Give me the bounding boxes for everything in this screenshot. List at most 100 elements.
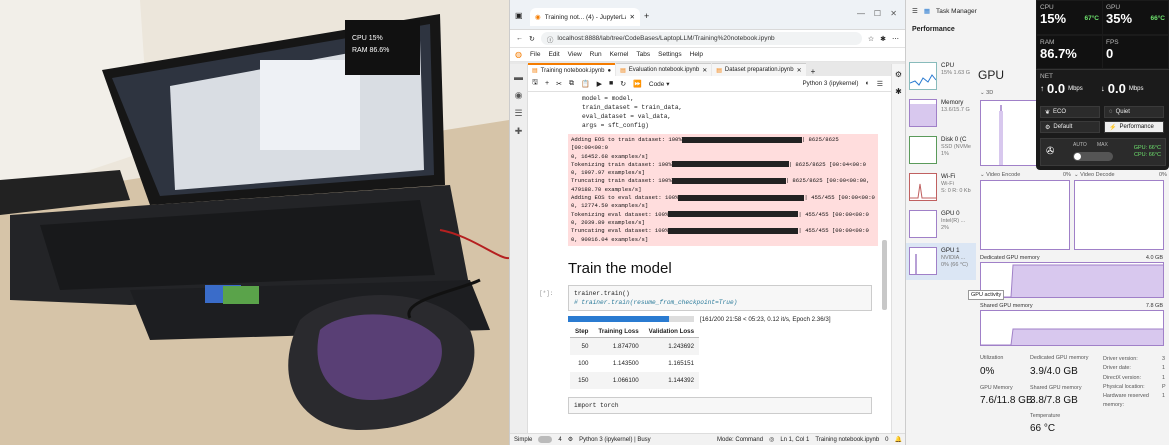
close-window-icon[interactable]: ✕ <box>890 9 897 18</box>
menu-view[interactable]: View <box>567 51 583 58</box>
gpu0-thumbnail <box>909 210 937 238</box>
unsaved-dot-icon[interactable]: ● <box>608 68 612 74</box>
reload-icon[interactable]: ↻ <box>529 35 535 43</box>
cell-type-select[interactable]: Code ▾ <box>649 80 670 88</box>
mode-label: Performance <box>1119 124 1154 130</box>
run-icon[interactable]: ▶ <box>597 80 602 88</box>
mode-quiet-button[interactable]: ◌ Quiet <box>1104 106 1164 118</box>
hamburger-menu-icon[interactable]: ☰ <box>912 7 918 15</box>
driver-key: Driver version: <box>1103 356 1138 362</box>
bookmark-star-icon[interactable]: ☆ <box>868 35 874 43</box>
tab-training-notebook[interactable]: ▤ Training notebook.ipynb ● <box>528 63 616 76</box>
tab-label: Dataset preparation.ipynb <box>724 67 794 73</box>
url-field[interactable]: ⓘ localhost:8888/lab/tree/CodeBases/Lapt… <box>540 32 862 45</box>
notification-bell-icon[interactable]: 🔔 <box>895 436 902 443</box>
stderr-text: | 455/455 [00:00<00:0 <box>798 210 869 218</box>
paste-icon[interactable]: 📋 <box>581 80 590 88</box>
video-encode-selector[interactable]: ⌄ Video Encode <box>980 172 1020 178</box>
notebook-menu-icon[interactable]: ☰ <box>877 80 883 88</box>
kernel-status-text[interactable]: Python 3 (ipykernel) | Busy <box>579 437 651 443</box>
mode-default-button[interactable]: ⚙ Default <box>1040 121 1100 133</box>
resource-item-gpu1[interactable]: GPU 1 NVIDIA ... 0% (66 °C) <box>906 243 976 280</box>
stderr-output: Adding EOS to train dataset: 100% | 8625/… <box>568 134 878 246</box>
resource-sub: Intel(R) ... <box>941 217 966 224</box>
table-cell: 1.144392 <box>643 371 700 389</box>
running-kernels-icon[interactable]: ◉ <box>514 90 524 100</box>
fan-toggle[interactable] <box>1073 152 1113 161</box>
gpu-activity-tooltip: GPU activity <box>968 290 1005 300</box>
overlay-net-label: NET <box>1040 73 1053 80</box>
new-launcher-icon[interactable]: + <box>807 67 820 76</box>
back-icon[interactable]: ← <box>516 35 523 42</box>
menu-tabs[interactable]: Tabs <box>635 51 651 58</box>
mode-performance-button[interactable]: ⚡ Performance <box>1104 121 1164 133</box>
table-of-contents-icon[interactable]: ☰ <box>514 108 524 118</box>
code-line: train_dataset = train_data, <box>582 104 683 111</box>
simple-mode-toggle[interactable] <box>538 436 553 443</box>
graph-3d-selector[interactable]: ⌄ 3D <box>980 90 993 96</box>
menu-run[interactable]: Run <box>589 51 603 58</box>
resource-item-wifi[interactable]: Wi-Fi Wi-Fi S: 0 R: 0 Kb <box>906 169 976 206</box>
resource-item-disk[interactable]: Disk 0 (C SSD (NVMe 1% <box>906 132 976 169</box>
stop-icon[interactable]: ■ <box>609 80 613 87</box>
mode-eco-button[interactable]: ❦ ECO <box>1040 106 1100 118</box>
tab-dataset-preparation[interactable]: ▤ Dataset preparation.ipynb ✕ <box>712 63 806 76</box>
resource-name: Disk 0 (C <box>941 136 967 143</box>
extensions-icon[interactable]: ✱ <box>880 35 886 43</box>
resource-item-memory[interactable]: Memory 13.6/15.7 G <box>906 95 976 132</box>
extensions-icon[interactable]: ✚ <box>514 126 524 136</box>
maximize-icon[interactable]: ☐ <box>874 9 881 18</box>
loss-table: Step Training Loss Validation Loss 50 1.… <box>570 325 700 389</box>
close-tab-icon[interactable]: ✕ <box>797 67 802 74</box>
column-header: Training Loss <box>593 325 644 338</box>
new-tab-icon[interactable]: + <box>644 11 649 21</box>
stderr-text: 479188.70 examples/s] <box>571 185 642 193</box>
video-decode-graph <box>1074 180 1164 250</box>
overlay-net-down: 0.0 <box>1107 81 1126 96</box>
browser-tab[interactable]: ◉ Training not... (4) - JupyterLab ✕ <box>530 8 640 26</box>
restart-run-all-icon[interactable]: ⏩ <box>633 80 642 88</box>
training-progress-bar <box>568 316 694 323</box>
driver-value: P <box>1162 383 1166 390</box>
cell-type-value: Code <box>648 80 665 88</box>
progress-bar-full <box>668 227 799 234</box>
property-inspector-icon[interactable]: ⚙ <box>892 70 905 79</box>
menu-settings[interactable]: Settings <box>657 51 683 58</box>
add-cell-icon[interactable]: + <box>545 80 549 87</box>
kernel-name[interactable]: Python 3 (ipykernel) <box>802 80 858 87</box>
save-icon[interactable]: 🖫 <box>532 78 538 89</box>
stderr-text: Adding EOS to eval dataset: 100% <box>571 194 679 202</box>
resource-item-gpu0[interactable]: GPU 0 Intel(R) ... 2% <box>906 206 976 243</box>
site-info-icon[interactable]: ⓘ <box>547 34 554 44</box>
cut-icon[interactable]: ✂ <box>556 80 562 88</box>
code-comment: # trainer.train(resume_from_checkpoint=T… <box>574 298 738 306</box>
code-cell-import[interactable]: import torch <box>568 396 872 414</box>
browser-menu-icon[interactable]: ⋯ <box>892 35 899 43</box>
menu-kernel[interactable]: Kernel <box>609 51 630 58</box>
minimize-icon[interactable]: — <box>857 9 865 18</box>
wifi-thumbnail <box>909 173 937 201</box>
code-cell-train[interactable]: [*]: trainer.train() # trainer.train(res… <box>539 284 872 311</box>
close-tab-icon[interactable]: ✕ <box>702 67 707 74</box>
copy-icon[interactable]: ⧉ <box>569 80 574 88</box>
cursor-position[interactable]: Ln 1, Col 1 <box>780 437 809 443</box>
stderr-text: 0, 1997.97 examples/s] <box>571 169 645 177</box>
code-cell-args[interactable]: model = model, train_dataset = train_dat… <box>568 94 892 130</box>
kernel-settings-icon[interactable]: ⚙ <box>568 436 573 443</box>
menu-help[interactable]: Help <box>689 51 704 58</box>
close-tab-icon[interactable]: ✕ <box>630 13 635 21</box>
window-menu-icon[interactable]: ▣ <box>515 11 523 20</box>
mode-label: Quiet <box>1115 109 1130 115</box>
gpu-memory-value: 7.6/11.8 GB <box>980 395 1033 406</box>
menu-file[interactable]: File <box>529 51 541 58</box>
notebook-scrollbar[interactable] <box>882 240 887 310</box>
resource-item-cpu[interactable]: CPU 15% 1.63 G <box>906 58 976 95</box>
file-browser-icon[interactable]: ▬ <box>514 72 524 82</box>
tab-evaluation-notebook[interactable]: ▤ Evaluation notebook.ipynb ✕ <box>616 63 712 76</box>
menu-edit[interactable]: Edit <box>547 51 560 58</box>
restart-icon[interactable]: ↻ <box>620 80 626 88</box>
debugger-icon[interactable]: ✱ <box>892 87 905 96</box>
video-decode-selector[interactable]: ⌄ Video Decode <box>1074 172 1115 178</box>
terminal-count[interactable]: 4 <box>558 437 561 443</box>
table-row: 150 1.066100 1.144392 <box>570 371 700 389</box>
